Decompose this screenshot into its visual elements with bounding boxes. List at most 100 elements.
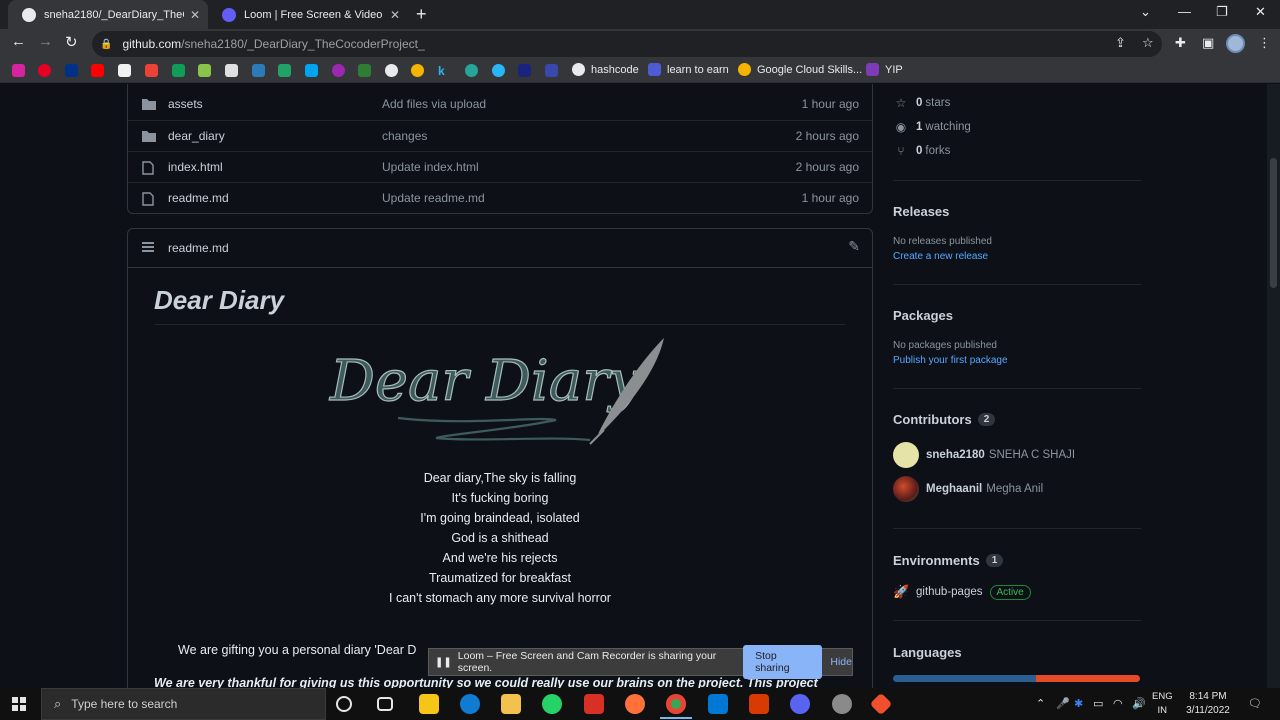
github-bookmark-icon[interactable] (385, 64, 398, 77)
minimize-button[interactable]: — (1178, 4, 1191, 19)
bookmark-hashcode[interactable]: hashcode (572, 63, 639, 76)
office-icon[interactable] (749, 694, 769, 714)
file-name[interactable]: readme.md (168, 191, 229, 205)
address-bar[interactable]: 🔒 github.com/sneha2180/_DearDiary_TheCoc… (92, 31, 1162, 57)
chrome-taskbar-icon[interactable] (666, 694, 686, 714)
instagram-icon[interactable] (12, 64, 25, 77)
show-hidden-icons[interactable]: ⌃ (1036, 697, 1045, 710)
badge-icon[interactable] (332, 64, 345, 77)
scrollbar-thumb[interactable] (1270, 158, 1277, 288)
environment-item[interactable]: 🚀 github-pages Active (893, 584, 1031, 600)
bookmark-google-cloud[interactable]: Google Cloud Skills... (738, 63, 862, 76)
windows-start-icon[interactable] (12, 697, 26, 711)
contributor-item[interactable]: sneha2180 SNEHA C SHAJI (893, 442, 1075, 468)
packages-heading[interactable]: Packages (893, 308, 953, 323)
environments-heading[interactable]: Environments 1 (893, 553, 1004, 568)
back-button[interactable]: ← (11, 33, 26, 50)
h-icon[interactable] (545, 64, 558, 77)
taskbar-search[interactable]: ⌕ Type here to search (41, 688, 326, 720)
file-explorer-icon[interactable] (501, 694, 521, 714)
file-row[interactable]: index.html Update index.html 2 hours ago (128, 151, 872, 182)
contributor-login[interactable]: Meghaanil (926, 483, 982, 495)
input-language[interactable]: ENG IN (1152, 690, 1173, 718)
share-icon[interactable]: ⇪ (1115, 35, 1126, 51)
extensions-icon[interactable]: ✚ (1175, 35, 1186, 51)
stars-stat[interactable]: ☆ 0 stars (893, 96, 951, 110)
commit-message[interactable]: Add files via upload (382, 97, 486, 111)
publish-package-link[interactable]: Publish your first package (893, 355, 1008, 366)
task-view-icon[interactable] (377, 697, 393, 711)
firefox-icon[interactable] (625, 694, 645, 714)
avatar[interactable] (893, 442, 919, 468)
commit-message[interactable]: Update readme.md (382, 191, 485, 205)
file-row[interactable]: dear_diary changes 2 hours ago (128, 120, 872, 151)
page-scrollbar[interactable] (1267, 84, 1280, 688)
watching-stat[interactable]: ◉ 1 watching (893, 120, 971, 134)
tab-search-icon[interactable]: ⌄ (1140, 4, 1151, 20)
edge-icon[interactable] (460, 694, 480, 714)
close-window-button[interactable]: ✕ (1255, 4, 1266, 20)
gmail-icon[interactable] (145, 64, 158, 77)
drive-icon[interactable] (172, 64, 185, 77)
close-tab-icon[interactable]: ✕ (390, 8, 400, 22)
bookmark-yip[interactable]: YIP (866, 63, 903, 76)
battery-icon[interactable]: ▭ (1093, 697, 1103, 710)
profile-avatar[interactable] (1226, 34, 1245, 53)
contributor-item[interactable]: Meghaanil Megha Anil (893, 476, 1043, 502)
file-name[interactable]: dear_diary (168, 129, 225, 143)
reload-button[interactable]: ↻ (65, 33, 78, 51)
k-icon[interactable]: k (438, 64, 451, 78)
commit-message[interactable]: changes (382, 129, 427, 143)
file-row[interactable]: assets Add files via upload 1 hour ago (128, 89, 872, 120)
bluetooth-icon[interactable]: ✱ (1074, 697, 1083, 710)
environment-name[interactable]: github-pages (916, 586, 983, 598)
avatar[interactable] (893, 476, 919, 502)
microsoft-icon[interactable] (305, 64, 318, 77)
hide-button[interactable]: Hide (830, 656, 852, 668)
wifi-icon[interactable]: ◠ (1113, 697, 1123, 710)
edit-pencil-icon[interactable]: ✎ (848, 238, 860, 255)
volume-icon[interactable]: 🔊 (1132, 697, 1146, 710)
settings-gear-icon[interactable] (832, 694, 852, 714)
amazon-icon[interactable] (118, 64, 131, 77)
microphone-icon[interactable]: 🎤 (1056, 697, 1070, 710)
leaf-icon[interactable] (358, 64, 371, 77)
create-release-link[interactable]: Create a new release (893, 251, 988, 262)
bookmark-learn-to-earn[interactable]: learn to earn (648, 63, 729, 76)
file-name[interactable]: index.html (168, 160, 223, 174)
side-panel-icon[interactable]: ▣ (1202, 35, 1214, 51)
menu-kebab-icon[interactable]: ⋮ (1258, 35, 1271, 51)
commit-message[interactable]: Update index.html (382, 160, 479, 174)
whatsapp-icon[interactable] (542, 694, 562, 714)
pinterest-icon[interactable] (38, 64, 51, 77)
forward-button[interactable]: → (38, 33, 53, 50)
git-icon[interactable] (869, 692, 893, 716)
photos-icon[interactable] (198, 64, 211, 77)
new-tab-button[interactable]: + (416, 4, 427, 25)
system-clock[interactable]: 8:14 PM 3/11/2022 (1180, 690, 1236, 718)
ps-icon[interactable] (492, 64, 505, 77)
contributor-login[interactable]: sneha2180 (926, 449, 985, 461)
contributors-heading[interactable]: Contributors 2 (893, 412, 996, 427)
releases-heading[interactable]: Releases (893, 204, 949, 219)
file-row[interactable]: readme.md Update readme.md 1 hour ago (128, 182, 872, 213)
file-name[interactable]: assets (168, 97, 203, 111)
maximize-button[interactable]: ❐ (1216, 4, 1228, 20)
discord-icon[interactable] (790, 694, 810, 714)
forks-stat[interactable]: ⑂ 0 forks (893, 144, 950, 158)
cortana-icon[interactable] (336, 696, 352, 712)
vscode-icon[interactable] (708, 694, 728, 714)
skype-icon[interactable] (252, 64, 265, 77)
list-icon[interactable] (142, 242, 154, 254)
close-tab-icon[interactable]: ✕ (190, 8, 200, 22)
w-icon[interactable] (278, 64, 291, 77)
acrobat-icon[interactable] (584, 694, 604, 714)
bookmark-icon[interactable] (225, 64, 238, 77)
notifications-icon[interactable]: 🗨 (1248, 697, 1262, 710)
tab-github[interactable]: sneha2180/_DearDiary_TheCocoderProject_ … (8, 0, 208, 29)
youtube-icon[interactable] (91, 64, 104, 77)
chrome-icon[interactable] (411, 64, 424, 77)
tab-loom[interactable]: Loom | Free Screen & Video Recording ✕ (208, 0, 408, 29)
dark-icon[interactable] (518, 64, 531, 77)
bookmark-star-icon[interactable]: ☆ (1142, 35, 1154, 51)
